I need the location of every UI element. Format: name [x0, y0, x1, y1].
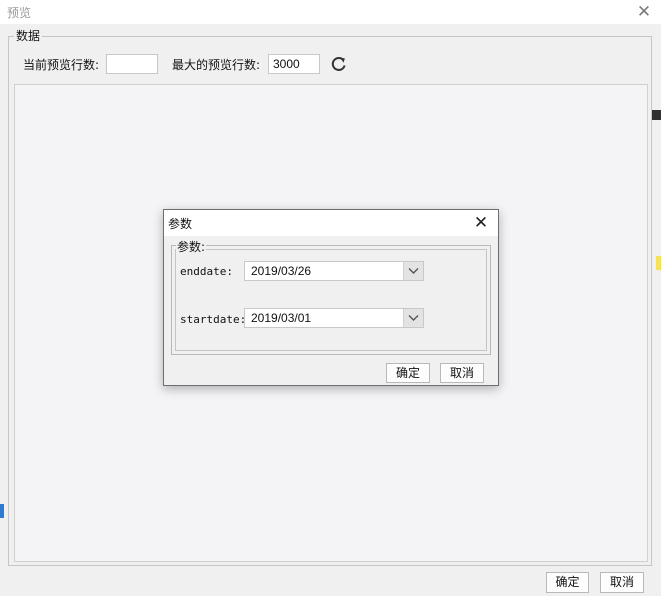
param-enddate-label: enddate: [180, 265, 233, 278]
background-window-edge [652, 110, 661, 120]
chevron-down-icon[interactable] [403, 309, 423, 327]
max-rows-label: 最大的预览行数: [172, 58, 261, 72]
current-rows-label: 当前预览行数: [23, 58, 100, 72]
params-dialog-title: 参数 [168, 217, 193, 231]
window-titlebar: 预览 ✕ [0, 0, 661, 24]
cancel-button[interactable]: 取消 [600, 572, 644, 593]
data-group-legend: 数据 [14, 27, 43, 44]
current-rows-input[interactable] [106, 54, 158, 74]
params-group-legend: 参数: [176, 238, 207, 255]
chevron-down-icon[interactable] [403, 262, 423, 280]
background-window-edge [0, 504, 4, 518]
window-close-icon[interactable]: ✕ [635, 3, 653, 21]
params-cancel-button[interactable]: 取消 [440, 363, 484, 383]
params-dialog-close-icon[interactable]: ✕ [472, 213, 490, 233]
param-startdate-label: startdate: [180, 313, 247, 326]
param-startdate-value: 2019/03/01 [251, 311, 312, 325]
ok-button[interactable]: 确定 [546, 572, 589, 593]
background-window-edge [656, 256, 661, 270]
param-enddate-select[interactable]: 2019/03/26 [244, 261, 424, 281]
refresh-icon[interactable] [329, 54, 349, 74]
params-dialog-titlebar: 参数 ✕ [164, 210, 498, 236]
params-ok-button[interactable]: 确定 [386, 363, 430, 383]
params-dialog: 参数 ✕ 参数: enddate: 2019/03/26 startdate: … [163, 209, 499, 386]
max-rows-input[interactable]: 3000 [268, 54, 320, 74]
window-title: 预览 [7, 6, 32, 20]
param-startdate-select[interactable]: 2019/03/01 [244, 308, 424, 328]
param-enddate-value: 2019/03/26 [251, 264, 312, 278]
